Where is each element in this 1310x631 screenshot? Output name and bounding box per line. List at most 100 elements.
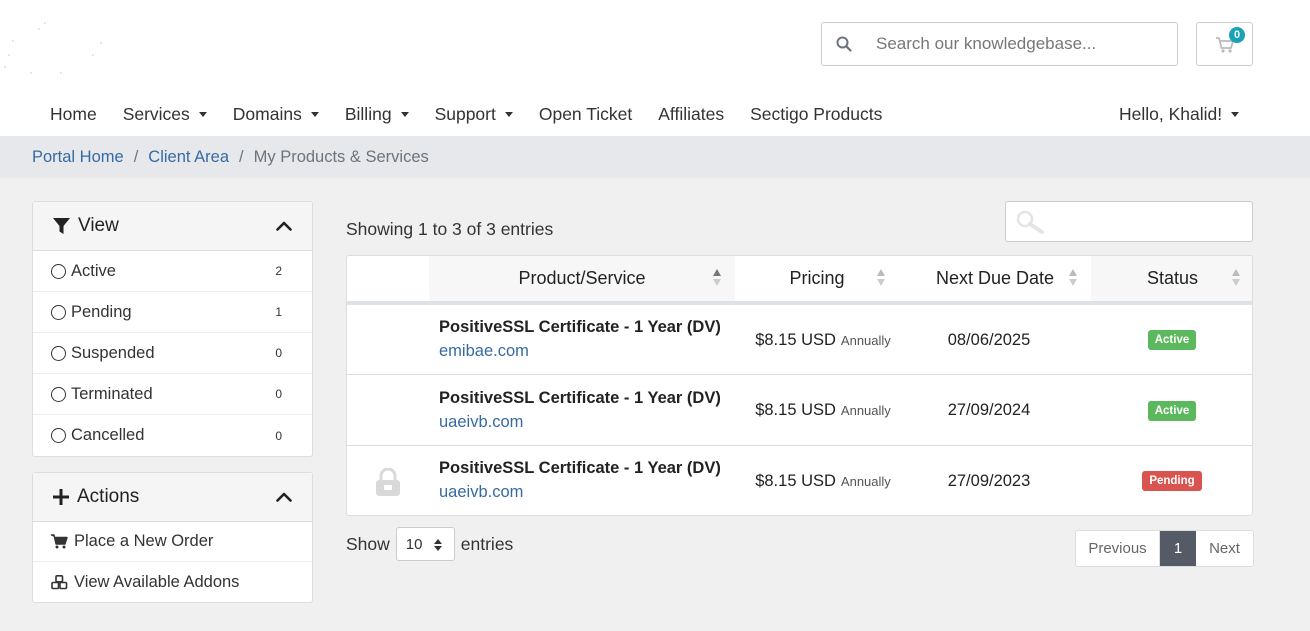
filter-active[interactable]: Active 2 — [33, 251, 312, 292]
actions-panel-header[interactable]: Actions — [33, 473, 312, 522]
nav-item-services[interactable]: Services — [110, 104, 220, 125]
product-domain-link[interactable]: emibae.com — [439, 342, 529, 361]
nav-item-open-ticket[interactable]: Open Ticket — [526, 104, 645, 125]
chevron-down-icon — [1231, 111, 1240, 117]
status-cell: Active — [1091, 376, 1252, 446]
pagination: Previous 1 Next — [1075, 530, 1254, 567]
page-size-control: Show 10 entries — [346, 527, 513, 561]
next-due-date: 27/09/2023 — [947, 471, 1031, 490]
nav-item-domains[interactable]: Domains — [220, 104, 332, 125]
filter-label: Suspended — [71, 343, 155, 362]
radio-circle-icon[interactable] — [51, 304, 66, 320]
nav-item-home[interactable]: Home — [37, 104, 110, 125]
view-filter-panel: View Active 2 Pending 1 Suspended 0 Terminated… — [32, 201, 313, 457]
main-nav: Home Services Domains Billing Support Open Ti… — [37, 96, 895, 132]
table-row[interactable]: PositiveSSL Certificate - 1 Year (DV) emi… — [347, 305, 1252, 375]
page-size-value: 10 — [405, 535, 423, 553]
filter-label: Terminated — [71, 384, 153, 403]
billing-cycle: Annually — [840, 473, 891, 489]
previous-page-button[interactable]: Previous — [1076, 531, 1160, 566]
cart-icon — [51, 534, 69, 549]
status-cell: Pending — [1091, 446, 1252, 515]
pricing-cell: $8.15 USD Annually — [735, 376, 911, 446]
column-header-status-label: Status — [1146, 268, 1199, 288]
table-row[interactable]: PositiveSSL Certificate - 1 Year (DV) uae… — [347, 376, 1252, 446]
user-greeting: Hello, Khalid! — [1119, 103, 1223, 124]
nav-item-affiliates[interactable]: Affiliates — [645, 104, 737, 125]
filter-pending[interactable]: Pending 1 — [33, 292, 312, 333]
breadcrumb-portal-home[interactable]: Portal Home — [32, 148, 124, 167]
nav-item-label: Domains — [232, 103, 302, 124]
billing-cycle: Annually — [840, 403, 891, 418]
search-icon — [1016, 210, 1044, 239]
chevron-down-icon — [504, 111, 513, 117]
filter-label: Pending — [71, 302, 132, 321]
radio-circle-icon[interactable] — [51, 263, 66, 279]
lock-icon — [375, 467, 401, 501]
filter-count: 0 — [275, 346, 282, 360]
services-table: Product/Service Pricing Next Due Date St… — [346, 255, 1253, 516]
nav-item-label: Support — [434, 103, 496, 124]
search-input[interactable] — [876, 34, 1166, 54]
site-header: 0 Home Services Domains Billing Support Open … — [0, 0, 1310, 136]
filter-cancelled[interactable]: Cancelled 0 — [33, 415, 312, 456]
table-search-input[interactable] — [1005, 201, 1253, 242]
filter-label: Active — [71, 261, 116, 280]
nav-item-support[interactable]: Support — [422, 104, 526, 125]
place-new-order-label: Place a New Order — [74, 532, 214, 550]
place-new-order-link[interactable]: Place a New Order — [33, 522, 312, 562]
column-header-due-date[interactable]: Next Due Date — [899, 256, 1091, 301]
nav-item-sectigo-products[interactable]: Sectigo Products — [737, 104, 895, 125]
product-domain-link[interactable]: uaeivb.com — [439, 483, 523, 502]
status-filter-list: Active 2 Pending 1 Suspended 0 Terminated 0 Canc… — [33, 251, 312, 456]
nav-item-label: Services — [122, 103, 190, 124]
knowledgebase-search[interactable] — [821, 22, 1178, 66]
nav-item-label: Open Ticket — [538, 103, 633, 124]
nav-item-label: Billing — [344, 103, 392, 124]
status-badge: Active — [1147, 400, 1197, 421]
page-1-button[interactable]: 1 — [1160, 531, 1196, 566]
product-name: PositiveSSL Certificate - 1 Year (DV) — [439, 388, 721, 407]
sort-icon — [877, 269, 886, 287]
logo[interactable] — [0, 14, 110, 84]
column-header-pricing[interactable]: Pricing — [735, 256, 899, 301]
table-row[interactable]: PositiveSSL Certificate - 1 Year (DV) uae… — [347, 446, 1252, 515]
price-amount: $8.15 USD — [755, 330, 836, 349]
column-header-product[interactable]: Product/Service — [429, 256, 735, 301]
actions-panel-title: Actions — [77, 486, 140, 507]
chevron-up-icon[interactable] — [276, 492, 292, 502]
nav-item-label: Home — [50, 103, 97, 124]
search-icon — [822, 36, 866, 52]
user-menu[interactable]: Hello, Khalid! — [1119, 96, 1240, 132]
breadcrumb-client-area[interactable]: Client Area — [148, 148, 229, 167]
nav-item-billing[interactable]: Billing — [332, 104, 422, 125]
chevron-down-icon — [198, 111, 207, 117]
next-due-date: 27/09/2024 — [947, 401, 1031, 419]
column-header-product-label: Product/Service — [518, 268, 646, 288]
radio-circle-icon[interactable] — [51, 345, 66, 361]
product-domain-link[interactable]: uaeivb.com — [439, 413, 523, 432]
select-arrows-icon — [433, 539, 442, 551]
page-size-select[interactable]: 10 — [395, 527, 455, 561]
column-header-icon — [347, 256, 429, 301]
breadcrumb-separator: / — [239, 147, 244, 166]
chevron-up-icon[interactable] — [276, 221, 292, 231]
price-amount: $8.15 USD — [755, 471, 836, 490]
table-header: Product/Service Pricing Next Due Date St… — [347, 256, 1252, 305]
radio-circle-icon[interactable] — [51, 428, 66, 443]
column-header-status[interactable]: Status — [1091, 256, 1252, 301]
view-panel-header[interactable]: View — [33, 202, 312, 251]
plus-icon — [53, 489, 69, 505]
show-label: Show — [346, 533, 390, 554]
next-page-button[interactable]: Next — [1196, 531, 1253, 566]
status-badge: Pending — [1142, 471, 1202, 491]
view-addons-link[interactable]: View Available Addons — [33, 562, 312, 602]
filter-count: 0 — [275, 387, 282, 401]
breadcrumb: Portal Home / Client Area / My Products … — [0, 136, 1310, 178]
status-badge: Active — [1147, 330, 1197, 350]
filter-terminated[interactable]: Terminated 0 — [33, 374, 312, 415]
cubes-icon — [51, 574, 69, 590]
radio-circle-icon[interactable] — [51, 386, 66, 402]
cart-button[interactable]: 0 — [1196, 22, 1253, 66]
filter-suspended[interactable]: Suspended 0 — [33, 333, 312, 374]
